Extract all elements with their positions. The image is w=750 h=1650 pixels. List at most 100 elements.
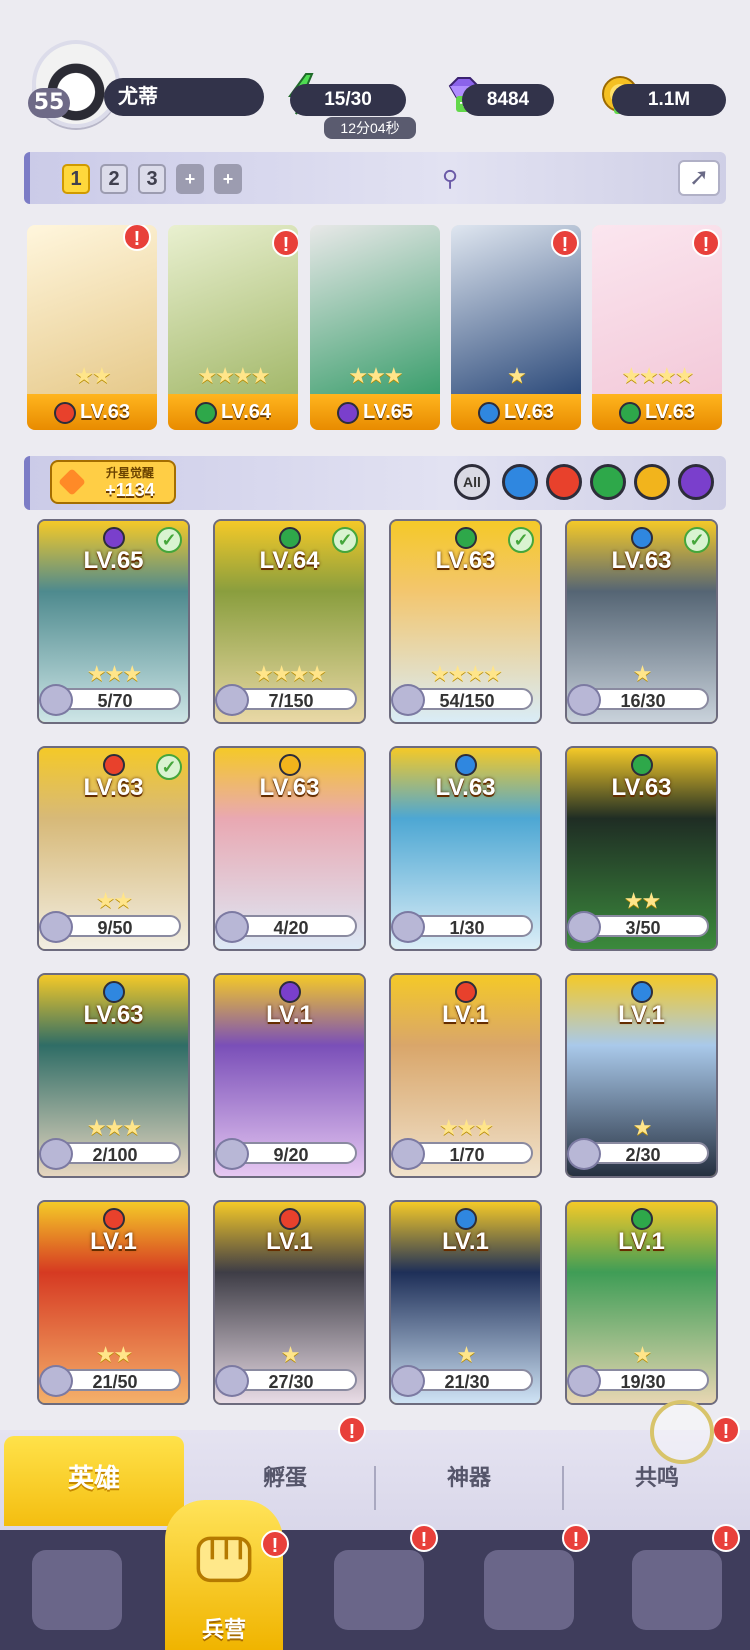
hero-stars: ★★★★ — [254, 661, 327, 686]
hero-stars: ★ — [507, 363, 527, 388]
tab-resonance[interactable]: 共鸣 — [572, 1448, 742, 1508]
hero-stars: ★ — [632, 1115, 653, 1140]
dark-element-icon — [336, 401, 359, 424]
hero-level: LV.63 — [611, 774, 672, 801]
hero-card[interactable]: LV.63 1/30 — [389, 746, 542, 951]
hero-stars: ★★★ — [86, 1115, 142, 1140]
hero-level-bar: LV.65 — [310, 394, 440, 430]
hero-stars: ★★ — [74, 363, 111, 388]
castle-nav-icon[interactable] — [484, 1550, 574, 1630]
hero-stars: ★ — [632, 661, 653, 686]
search-icon[interactable]: ⚲ — [442, 166, 458, 192]
awaken-title: 升星觉醒 — [105, 466, 154, 480]
hero-level-bar: LV.64 — [168, 394, 298, 430]
hero-card[interactable]: LV.63 ✓ ★ 16/30 — [565, 519, 718, 724]
water-element-icon — [455, 754, 477, 776]
fragment-icon — [567, 911, 601, 943]
hero-card[interactable]: LV.63 ★★ 3/50 — [565, 746, 718, 951]
team-tab-2[interactable]: 2 — [100, 164, 128, 194]
fragment-icon — [39, 1365, 73, 1397]
hero-card[interactable]: LV.63 ★★★ 2/100 — [37, 973, 190, 1178]
hero-card[interactable]: LV.1 ★ 27/30 — [213, 1200, 366, 1405]
fire-element-icon — [279, 1208, 301, 1230]
hero-stars: ★★★★ — [197, 363, 271, 388]
hero-level: LV.1 — [442, 1001, 489, 1028]
tab-divider — [374, 1466, 376, 1510]
guild-nav-icon[interactable] — [632, 1550, 722, 1630]
floating-ring-button[interactable] — [650, 1400, 714, 1464]
hero-card[interactable]: LV.64 ✓ ★★★★ 7/150 — [213, 519, 366, 724]
fragment-icon — [215, 684, 249, 716]
hero-card[interactable]: LV.65 ✓ ★★★ 5/70 — [37, 519, 190, 724]
filter-fire-icon[interactable] — [546, 464, 582, 500]
team-tab-1[interactable]: 1 — [62, 164, 90, 194]
barracks-nav-button[interactable]: 兵营 ! — [165, 1500, 289, 1650]
water-element-icon — [455, 1208, 477, 1230]
check-icon: ✓ — [156, 754, 182, 780]
gold-value: 1.1M — [612, 84, 726, 116]
hero-card[interactable]: LV.63 ✓ ★★ 9/50 — [37, 746, 190, 951]
fragment-icon — [391, 684, 425, 716]
fire-element-icon — [103, 1208, 125, 1230]
map-nav-icon[interactable] — [334, 1550, 424, 1630]
hero-card[interactable]: LV.63 ✓ ★★★★ 54/150 — [389, 519, 542, 724]
team-member-3[interactable]: ★★★ LV.65 — [310, 225, 440, 430]
hero-stars: ★ — [280, 1342, 301, 1367]
alert-badge: ! — [261, 1530, 289, 1558]
fragment-icon — [215, 911, 249, 943]
fragment-icon — [391, 1138, 425, 1170]
hero-level: LV.63 — [83, 1001, 144, 1028]
star-awaken-button[interactable]: 升星觉醒 +1134 — [50, 460, 176, 504]
tab-heroes[interactable]: 英雄 — [4, 1436, 184, 1526]
team-member-5[interactable]: ★★★★ LV.63 ! — [592, 225, 722, 430]
check-icon: ✓ — [156, 527, 182, 553]
fragment-icon — [215, 1138, 249, 1170]
hero-level: LV.1 — [90, 1228, 137, 1255]
energy-value: 15/30 — [290, 84, 406, 116]
hero-level-bar: LV.63 — [451, 394, 581, 430]
hero-card[interactable]: LV.1 ★ 2/30 — [565, 973, 718, 1178]
share-icon[interactable]: ➚ — [678, 160, 720, 196]
team-tab-add-1[interactable]: + — [176, 164, 204, 194]
hero-stars: ★★★ — [348, 363, 403, 388]
hero-stars: ★★ — [95, 1342, 133, 1367]
alert-badge: ! — [551, 229, 579, 257]
hero-level-bar: LV.63 — [592, 394, 722, 430]
awaken-icon — [58, 468, 86, 496]
alert-badge: ! — [272, 229, 298, 257]
team-tab-add-2[interactable]: + — [214, 164, 242, 194]
team-member-1[interactable]: ★★ LV.63 ! — [27, 225, 157, 430]
team-member-2[interactable]: ★★★★ LV.64 ! — [168, 225, 298, 430]
hero-card[interactable]: LV.1 9/20 — [213, 973, 366, 1178]
hero-card[interactable]: LV.63 4/20 — [213, 746, 366, 951]
hero-level: LV.65 — [362, 401, 414, 423]
dark-element-icon — [279, 981, 301, 1003]
hero-card[interactable]: LV.1 ★ 19/30 — [565, 1200, 718, 1405]
cards-nav-icon[interactable] — [32, 1550, 122, 1630]
energy-timer: 12分04秒 — [324, 117, 416, 139]
hero-level: LV.64 — [220, 401, 272, 423]
filter-water-icon[interactable] — [502, 464, 538, 500]
hero-card[interactable]: LV.1 ★★ 21/50 — [37, 1200, 190, 1405]
hero-stars: ★ — [456, 1342, 477, 1367]
check-icon: ✓ — [508, 527, 534, 553]
bottom-tabs: 英雄 孵蛋 神器 共鸣 ! ! — [0, 1416, 750, 1530]
hero-level: LV.1 — [266, 1228, 313, 1255]
hero-level: LV.63 — [503, 401, 555, 423]
team-member-4[interactable]: ★ LV.63 ! — [451, 225, 581, 430]
tab-artifact[interactable]: 神器 — [384, 1448, 554, 1508]
team-tab-3[interactable]: 3 — [138, 164, 166, 194]
filter-nature-icon[interactable] — [590, 464, 626, 500]
hero-card[interactable]: LV.1 ★★★ 1/70 — [389, 973, 542, 1178]
check-icon: ✓ — [332, 527, 358, 553]
filter-all-button[interactable]: All — [454, 464, 490, 500]
hero-level: LV.63 — [79, 401, 131, 423]
filter-light-icon[interactable] — [634, 464, 670, 500]
fist-icon — [196, 1536, 252, 1583]
tab-hatch[interactable]: 孵蛋 — [200, 1448, 370, 1508]
filter-dark-icon[interactable] — [678, 464, 714, 500]
hero-stars: ★★★ — [438, 1115, 494, 1140]
hero-stars: ★ — [632, 1342, 653, 1367]
hero-level-bar: LV.63 — [27, 394, 157, 430]
hero-card[interactable]: LV.1 ★ 21/30 — [389, 1200, 542, 1405]
